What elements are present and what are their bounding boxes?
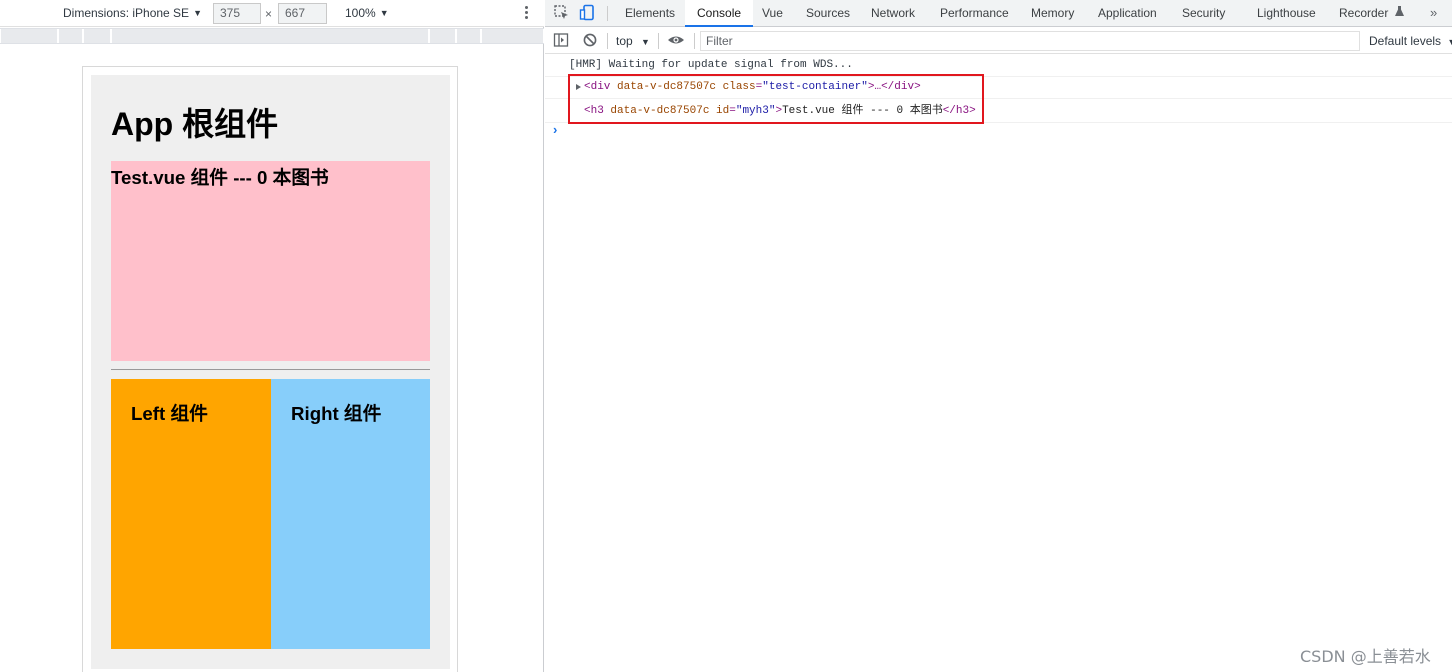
show-sidebar-icon[interactable] bbox=[553, 32, 571, 50]
tab-vue[interactable]: Vue bbox=[762, 0, 783, 27]
times-separator: × bbox=[265, 7, 273, 21]
ruler-segment[interactable] bbox=[58, 29, 83, 43]
zoom-label: 100% bbox=[345, 6, 376, 20]
caret-down-icon: ▼ bbox=[379, 8, 389, 18]
right-component: Right 组件 bbox=[271, 379, 430, 649]
ruler-segment[interactable] bbox=[111, 29, 429, 43]
ruler-segment[interactable] bbox=[429, 29, 456, 43]
watermark: CSDN @上善若水 bbox=[1300, 647, 1431, 666]
right-title: Right 组件 bbox=[291, 403, 382, 424]
context-selector[interactable]: top ▼ bbox=[616, 28, 650, 54]
tab-console[interactable]: Console bbox=[685, 0, 754, 27]
div-element-node[interactable]: <div data-v-dc87507c class="test-contain… bbox=[584, 77, 921, 97]
clear-console-icon[interactable] bbox=[582, 32, 600, 50]
ruler-segment[interactable] bbox=[481, 29, 544, 43]
ruler-segment[interactable] bbox=[0, 29, 58, 43]
devtools-tab-bar: Elements Console Vue Sources Network Per… bbox=[545, 0, 1452, 27]
log-levels-label: Default levels bbox=[1369, 34, 1442, 48]
ruler-segment[interactable] bbox=[83, 29, 111, 43]
left-title: Left 组件 bbox=[131, 403, 208, 424]
toolbar-separator bbox=[658, 33, 659, 49]
expand-triangle-icon[interactable] bbox=[576, 84, 581, 90]
device-dimensions-dropdown[interactable]: Dimensions: iPhone SE ▼ bbox=[63, 0, 202, 27]
device-toolbar-toggle-icon[interactable] bbox=[579, 4, 597, 22]
tab-network[interactable]: Network bbox=[871, 0, 915, 27]
console-message: [HMR] Waiting for update signal from WDS… bbox=[545, 55, 1452, 77]
log-levels-dropdown[interactable]: Default levels ▼ bbox=[1369, 28, 1452, 54]
caret-down-icon: ▼ bbox=[1447, 37, 1452, 47]
console-message[interactable]: <div data-v-dc87507c class="test-contain… bbox=[545, 77, 1452, 99]
viewport-width-input[interactable]: 375 bbox=[213, 3, 261, 24]
horizontal-rule bbox=[111, 369, 430, 371]
tab-recorder[interactable]: Recorder bbox=[1339, 0, 1404, 27]
eye-icon[interactable] bbox=[667, 32, 685, 50]
console-message[interactable]: <h3 data-v-dc87507c id="myh3">Test.vue 组… bbox=[545, 101, 1452, 123]
toolbar-separator bbox=[607, 33, 608, 49]
console-prompt-icon[interactable]: › bbox=[553, 122, 557, 137]
console-toolbar: top ▼ Default levels ▼ bbox=[545, 28, 1452, 54]
device-toolbar: Dimensions: iPhone SE ▼ 375 × 667 100% ▼ bbox=[0, 0, 544, 27]
app-root-container: App 根组件 Test.vue 组件 --- 0 本图书 Left 组件 Ri… bbox=[91, 75, 450, 669]
media-query-ruler[interactable] bbox=[0, 28, 544, 44]
console-filter-input[interactable] bbox=[700, 31, 1360, 51]
test-container: Test.vue 组件 --- 0 本图书 bbox=[111, 161, 430, 361]
more-tabs-icon[interactable]: » bbox=[1430, 0, 1437, 27]
hmr-message: [HMR] Waiting for update signal from WDS… bbox=[569, 59, 853, 71]
tab-security[interactable]: Security bbox=[1182, 0, 1225, 27]
tab-recorder-label: Recorder bbox=[1339, 6, 1389, 20]
device-dimensions-label: Dimensions: iPhone SE bbox=[63, 6, 190, 20]
zoom-dropdown[interactable]: 100% ▼ bbox=[345, 0, 389, 27]
console-output: [HMR] Waiting for update signal from WDS… bbox=[545, 55, 1452, 672]
device-viewport: App 根组件 Test.vue 组件 --- 0 本图书 Left 组件 Ri… bbox=[82, 66, 458, 672]
more-options-icon[interactable] bbox=[521, 5, 531, 22]
tab-separator bbox=[607, 6, 608, 21]
viewport-height-input[interactable]: 667 bbox=[278, 3, 327, 24]
h3-element-node[interactable]: <h3 data-v-dc87507c id="myh3">Test.vue 组… bbox=[584, 101, 976, 121]
tab-application[interactable]: Application bbox=[1098, 0, 1157, 27]
ruler-segment[interactable] bbox=[456, 29, 481, 43]
tab-memory[interactable]: Memory bbox=[1031, 0, 1074, 27]
left-component: Left 组件 bbox=[111, 379, 271, 649]
device-emulation-pane: Dimensions: iPhone SE ▼ 375 × 667 100% ▼ A… bbox=[0, 0, 544, 672]
devtools-pane: Elements Console Vue Sources Network Per… bbox=[545, 0, 1452, 672]
tab-lighthouse[interactable]: Lighthouse bbox=[1257, 0, 1316, 27]
test-title: Test.vue 组件 --- 0 本图书 bbox=[111, 167, 329, 188]
tab-performance[interactable]: Performance bbox=[940, 0, 1009, 27]
inspect-element-icon[interactable] bbox=[553, 4, 571, 22]
flask-icon bbox=[1394, 0, 1404, 27]
tab-elements[interactable]: Elements bbox=[625, 0, 675, 27]
toolbar-separator bbox=[694, 33, 695, 49]
caret-down-icon: ▼ bbox=[641, 37, 650, 47]
context-label: top bbox=[616, 34, 633, 48]
app-title: App 根组件 bbox=[111, 106, 279, 142]
caret-down-icon: ▼ bbox=[193, 8, 202, 18]
tab-sources[interactable]: Sources bbox=[806, 0, 850, 27]
